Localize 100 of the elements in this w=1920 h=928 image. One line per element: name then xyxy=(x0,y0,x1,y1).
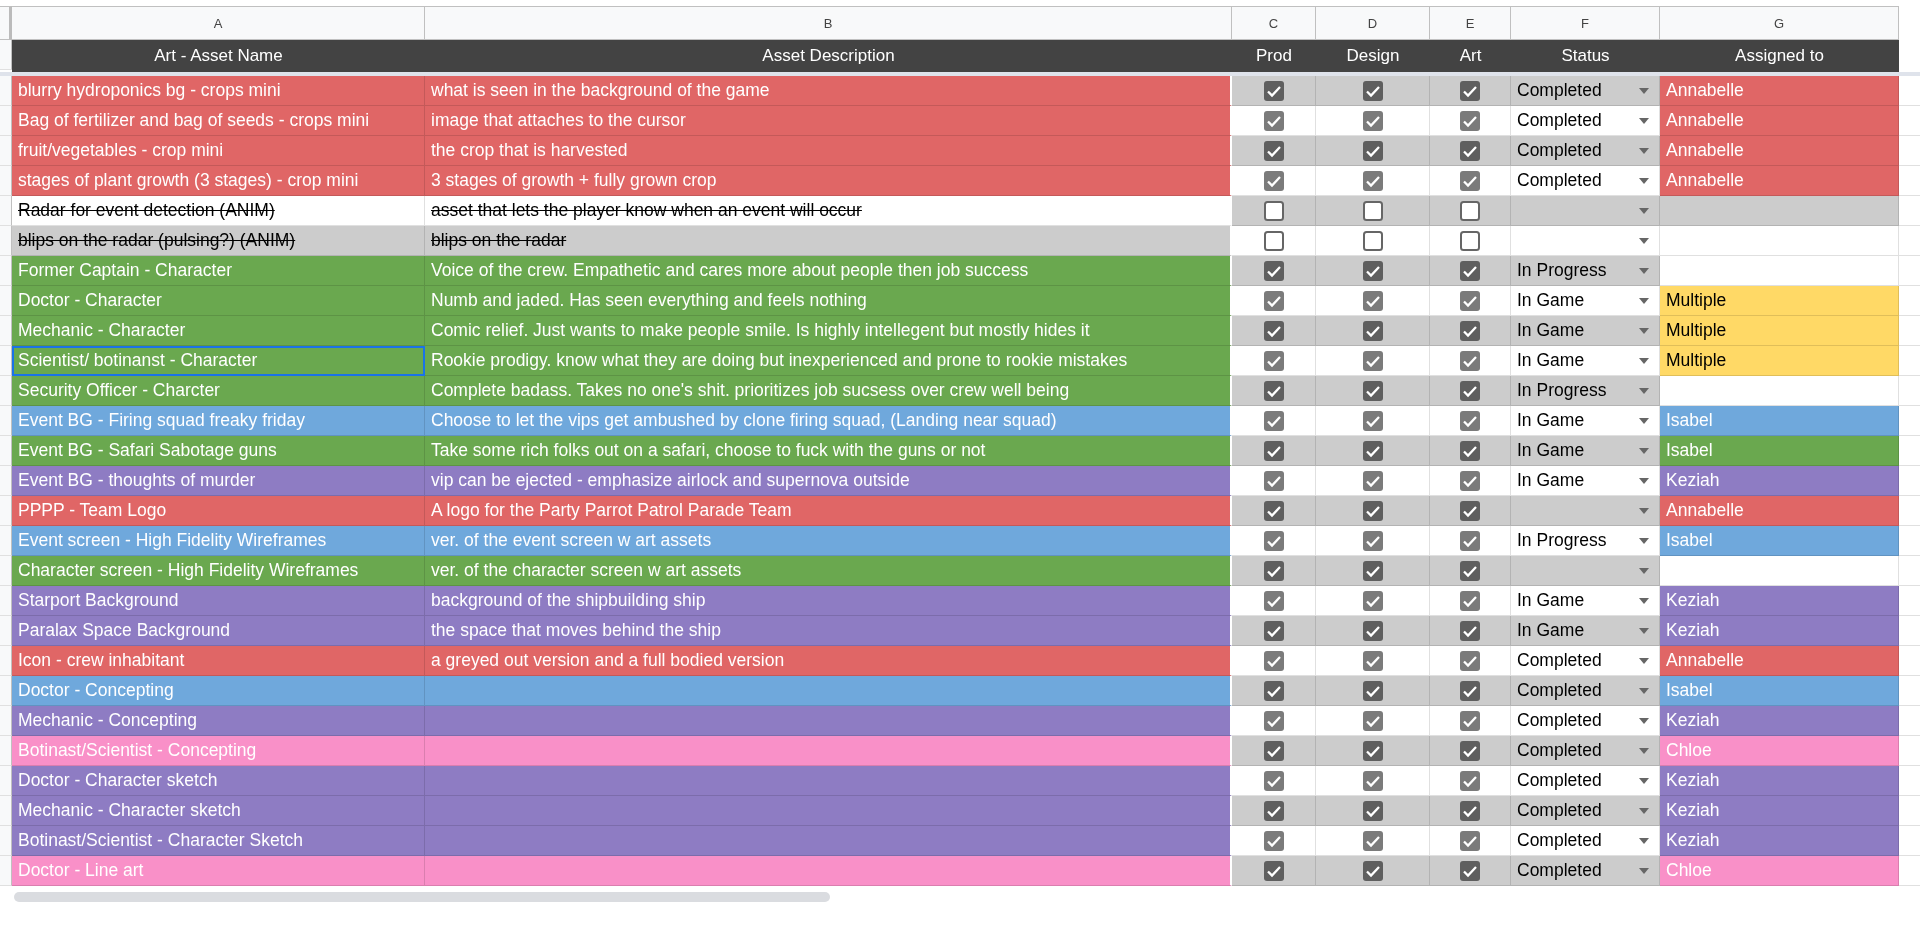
status-dropdown[interactable]: In Progress xyxy=(1511,376,1660,406)
checkbox[interactable] xyxy=(1459,169,1481,192)
name-cell[interactable]: Event BG - thoughts of murder xyxy=(12,466,425,496)
status-dropdown[interactable]: Completed xyxy=(1511,136,1660,166)
checkbox[interactable] xyxy=(1262,409,1285,432)
caret-icon[interactable] xyxy=(1639,477,1649,484)
checkbox[interactable] xyxy=(1361,349,1384,372)
caret-icon[interactable] xyxy=(1639,327,1649,334)
status-dropdown[interactable]: Completed xyxy=(1511,106,1660,136)
checkbox[interactable] xyxy=(1262,859,1285,882)
caret-icon[interactable] xyxy=(1639,177,1649,184)
caret-icon[interactable] xyxy=(1639,687,1649,694)
name-cell[interactable]: Botinast/Scientist - Character Sketch xyxy=(12,826,425,856)
checkbox[interactable] xyxy=(1459,259,1481,282)
name-cell[interactable]: Starport Background xyxy=(12,586,425,616)
checkbox[interactable] xyxy=(1459,139,1481,162)
name-cell[interactable]: Radar for event detection (ANIM) xyxy=(12,196,425,226)
checkbox[interactable] xyxy=(1361,589,1384,612)
checkbox[interactable] xyxy=(1361,739,1384,762)
checkbox[interactable] xyxy=(1361,439,1384,462)
checkbox[interactable] xyxy=(1361,169,1384,192)
checkbox[interactable] xyxy=(1262,259,1285,282)
column-letter[interactable]: E xyxy=(1430,6,1511,40)
checkbox[interactable] xyxy=(1459,769,1481,792)
checkbox[interactable] xyxy=(1361,259,1384,282)
checkbox[interactable] xyxy=(1262,739,1285,762)
status-dropdown[interactable]: Completed xyxy=(1511,646,1660,676)
caret-icon[interactable] xyxy=(1639,507,1649,514)
checkbox[interactable] xyxy=(1459,319,1481,342)
checkbox[interactable] xyxy=(1262,349,1285,372)
checkbox[interactable] xyxy=(1262,319,1285,342)
caret-icon[interactable] xyxy=(1639,387,1649,394)
name-cell[interactable]: Paralax Space Background xyxy=(12,616,425,646)
column-letter[interactable]: F xyxy=(1511,6,1660,40)
status-dropdown[interactable]: In Game xyxy=(1511,316,1660,346)
status-dropdown[interactable]: In Game xyxy=(1511,286,1660,316)
checkbox[interactable] xyxy=(1262,649,1285,672)
checkbox[interactable] xyxy=(1262,799,1285,822)
status-dropdown[interactable]: In Game xyxy=(1511,466,1660,496)
checkbox[interactable] xyxy=(1361,319,1384,342)
caret-icon[interactable] xyxy=(1639,807,1649,814)
checkbox[interactable] xyxy=(1361,769,1384,792)
caret-icon[interactable] xyxy=(1639,627,1649,634)
checkbox[interactable] xyxy=(1459,589,1481,612)
status-dropdown[interactable]: Completed xyxy=(1511,766,1660,796)
checkbox[interactable] xyxy=(1262,469,1285,492)
checkbox[interactable] xyxy=(1459,79,1481,102)
checkbox[interactable] xyxy=(1361,469,1384,492)
column-letter[interactable]: G xyxy=(1660,6,1899,40)
checkbox[interactable] xyxy=(1459,409,1481,432)
checkbox[interactable] xyxy=(1262,109,1285,132)
caret-icon[interactable] xyxy=(1639,267,1649,274)
checkbox[interactable] xyxy=(1459,709,1481,732)
status-dropdown[interactable]: Completed xyxy=(1511,856,1660,886)
checkbox[interactable] xyxy=(1262,829,1285,852)
checkbox[interactable] xyxy=(1459,109,1481,132)
status-dropdown[interactable]: In Game xyxy=(1511,346,1660,376)
caret-icon[interactable] xyxy=(1639,537,1649,544)
status-dropdown[interactable]: Completed xyxy=(1511,736,1660,766)
column-letter[interactable]: C xyxy=(1232,6,1316,40)
checkbox[interactable] xyxy=(1361,709,1384,732)
checkbox[interactable] xyxy=(1262,619,1285,642)
checkbox[interactable] xyxy=(1262,289,1285,312)
checkbox[interactable] xyxy=(1361,829,1384,852)
checkbox[interactable] xyxy=(1459,829,1481,852)
horizontal-scrollbar[interactable] xyxy=(14,892,830,902)
status-dropdown[interactable]: Completed xyxy=(1511,166,1660,196)
checkbox[interactable] xyxy=(1361,289,1384,312)
checkbox[interactable] xyxy=(1361,649,1384,672)
checkbox[interactable] xyxy=(1361,679,1384,702)
checkbox[interactable] xyxy=(1459,379,1481,402)
checkbox[interactable] xyxy=(1459,199,1481,222)
checkbox[interactable] xyxy=(1459,739,1481,762)
column-letter[interactable]: D xyxy=(1316,6,1430,40)
caret-icon[interactable] xyxy=(1639,867,1649,874)
caret-icon[interactable] xyxy=(1639,357,1649,364)
name-cell[interactable]: Mechanic - Character sketch xyxy=(12,796,425,826)
column-letter[interactable]: A xyxy=(12,6,425,40)
status-dropdown[interactable]: In Game xyxy=(1511,616,1660,646)
caret-icon[interactable] xyxy=(1639,117,1649,124)
checkbox[interactable] xyxy=(1361,859,1384,882)
status-dropdown[interactable]: Completed xyxy=(1511,706,1660,736)
caret-icon[interactable] xyxy=(1639,597,1649,604)
column-letter[interactable]: B xyxy=(425,6,1232,40)
checkbox[interactable] xyxy=(1361,229,1384,252)
checkbox[interactable] xyxy=(1262,439,1285,462)
checkbox[interactable] xyxy=(1262,499,1285,522)
checkbox[interactable] xyxy=(1459,859,1481,882)
caret-icon[interactable] xyxy=(1639,777,1649,784)
checkbox[interactable] xyxy=(1262,679,1285,702)
checkbox[interactable] xyxy=(1459,439,1481,462)
name-cell[interactable]: blips on the radar (pulsing?) (ANIM) xyxy=(12,226,425,256)
checkbox[interactable] xyxy=(1459,559,1481,582)
caret-icon[interactable] xyxy=(1639,207,1649,214)
status-dropdown[interactable]: In Game xyxy=(1511,586,1660,616)
checkbox[interactable] xyxy=(1361,79,1384,102)
checkbox[interactable] xyxy=(1459,349,1481,372)
name-cell[interactable]: Doctor - Character sketch xyxy=(12,766,425,796)
status-dropdown[interactable]: In Progress xyxy=(1511,256,1660,286)
checkbox[interactable] xyxy=(1262,379,1285,402)
